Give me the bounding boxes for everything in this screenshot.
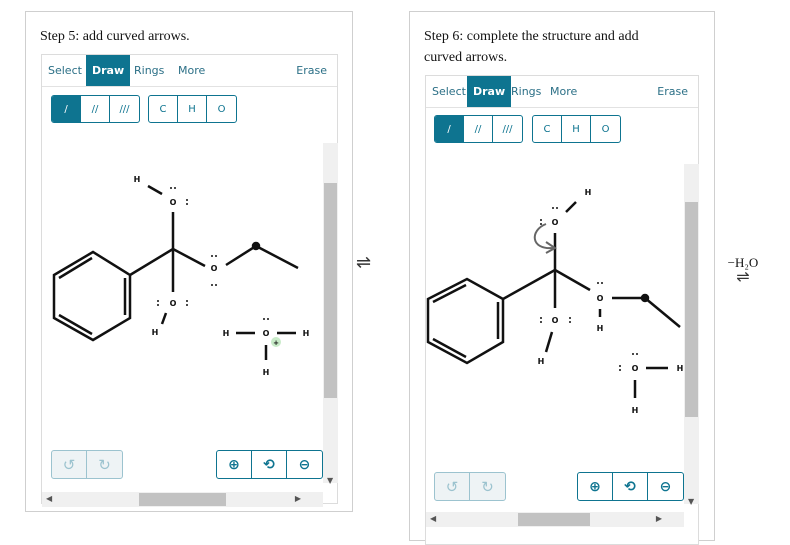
step5-title: Step 5: add curved arrows. [40,29,190,44]
step6-title: Step 6: complete the structure and add c… [424,29,639,65]
scroll-thumb[interactable] [518,513,590,526]
atom-buttons: C H O [148,95,237,123]
single-bond-button[interactable]: / [52,96,81,122]
reset-zoom-icon[interactable]: ⟲ [252,451,287,478]
tab-draw[interactable]: Draw [86,55,131,86]
scroll-down-arrow[interactable]: ▼ [327,476,333,485]
equilibrium-arrow-icon: ⇌ [736,267,750,286]
bond-buttons: / // /// [51,95,140,123]
triple-bond-button[interactable]: /// [493,116,522,142]
tab-more[interactable]: More [172,55,211,86]
hydrogen-button[interactable]: H [562,116,591,142]
zoom-group: ⊕ ⟲ ⊖ [577,472,684,501]
oxygen-button[interactable]: O [207,96,236,122]
reset-zoom-icon[interactable]: ⟲ [613,473,648,500]
carbon-button[interactable]: C [149,96,178,122]
step5-sketcher: Select Draw Rings More Erase / // /// C … [41,54,338,507]
zoom-group: ⊕ ⟲ ⊖ [216,450,323,479]
zoom-in-icon[interactable]: ⊕ [217,451,252,478]
single-bond-button[interactable]: / [435,116,464,142]
redo-button[interactable]: ↻ [87,451,122,478]
hydrogen-button[interactable]: H [178,96,207,122]
tab-select[interactable]: Select [426,76,472,107]
undo-button[interactable]: ↺ [435,473,470,500]
bond-buttons: / // /// [434,115,523,143]
scroll-right-arrow[interactable]: ▶ [295,494,301,503]
vertical-scrollbar[interactable]: ▼ [684,164,699,506]
horizontal-scrollbar[interactable]: ◀ ▶ [426,512,684,527]
atom-buttons: C H O [532,115,621,143]
scroll-right-arrow[interactable]: ▶ [656,514,662,523]
step6-sketcher: Select Draw Rings More Erase / // /// C … [425,75,699,545]
erase-button[interactable]: Erase [651,76,694,107]
scroll-left-arrow[interactable]: ◀ [46,494,52,503]
scroll-down-arrow[interactable]: ▼ [688,497,694,506]
scroll-thumb[interactable] [324,183,337,398]
double-bond-button[interactable]: // [81,96,110,122]
vertical-scrollbar[interactable]: ▼ [323,143,338,485]
toolbar-tabs: Select Draw Rings More Erase [426,76,698,108]
scroll-thumb[interactable] [685,202,698,417]
double-bond-button[interactable]: // [464,116,493,142]
erase-button[interactable]: Erase [290,55,333,86]
toolbar-tabs: Select Draw Rings More Erase [42,55,337,87]
tab-select[interactable]: Select [42,55,88,86]
oxygen-button[interactable]: O [591,116,620,142]
tab-more[interactable]: More [544,76,583,107]
equilibrium-arrow: ⇌ [356,252,372,273]
zoom-in-icon[interactable]: ⊕ [578,473,613,500]
undo-redo-group: ↺ ↻ [51,450,123,479]
zoom-out-icon[interactable]: ⊖ [648,473,683,500]
triple-bond-button[interactable]: /// [110,96,139,122]
horizontal-scrollbar[interactable]: ◀ ▶ [42,492,323,507]
redo-button[interactable]: ↻ [470,473,505,500]
scroll-thumb[interactable] [139,493,226,506]
carbon-button[interactable]: C [533,116,562,142]
undo-button[interactable]: ↺ [52,451,87,478]
tab-rings[interactable]: Rings [128,55,170,86]
scroll-left-arrow[interactable]: ◀ [430,514,436,523]
next-step-arrow: −H₂O ⇌ [718,255,768,286]
zoom-out-icon[interactable]: ⊖ [287,451,322,478]
tab-rings[interactable]: Rings [505,76,547,107]
step5-panel: Step 5: add curved arrows. Select Draw R… [25,11,353,512]
step6-panel: Step 6: complete the structure and add c… [409,11,715,545]
undo-redo-group: ↺ ↻ [434,472,506,501]
